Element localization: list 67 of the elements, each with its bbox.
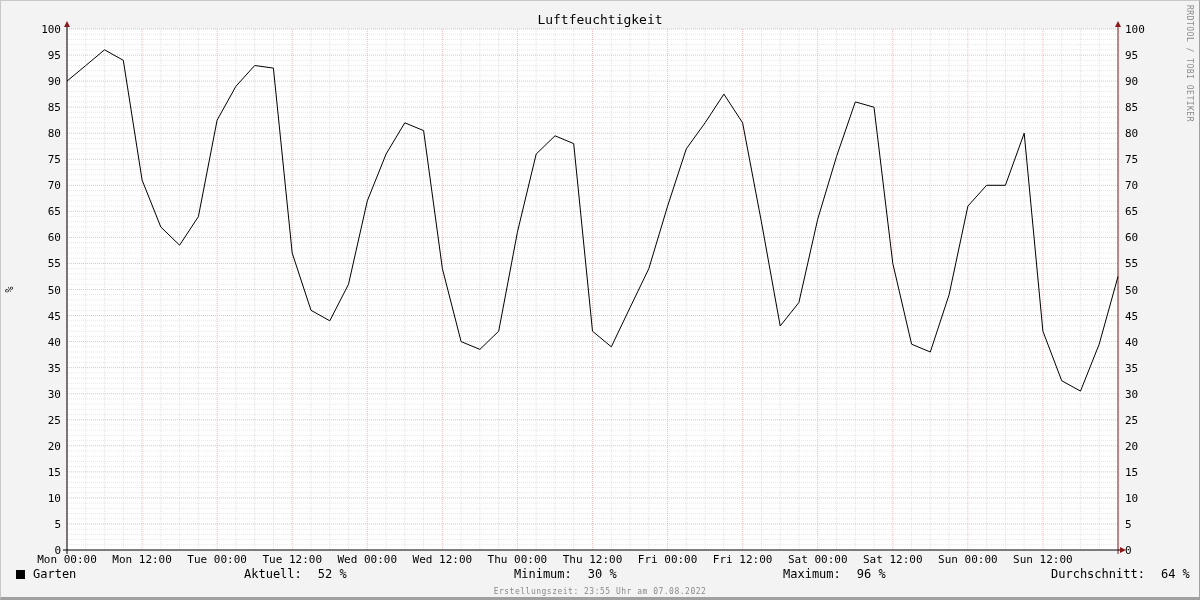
y-tick-label: 10 xyxy=(1125,491,1139,505)
y-tick-label: 10 xyxy=(47,491,61,505)
stat-label: Durchschnitt: xyxy=(1051,566,1145,583)
y-tick-label: 40 xyxy=(47,335,61,349)
y-tick-label: 70 xyxy=(47,179,61,193)
y-axis-label: % xyxy=(4,286,15,293)
y-tick-label: 55 xyxy=(47,257,61,271)
y-tick-label: 80 xyxy=(47,127,61,141)
y-tick-label: 45 xyxy=(1125,309,1139,323)
y-tick-label: 85 xyxy=(47,101,61,115)
x-tick-label: Sun 12:00 xyxy=(1013,553,1073,566)
y-tick-label: 75 xyxy=(47,153,61,167)
y-tick-label: 70 xyxy=(1125,179,1139,193)
y-tick-label: 85 xyxy=(1125,101,1139,115)
y-tick-label: 15 xyxy=(47,465,61,479)
y-tick-label: 20 xyxy=(47,439,61,453)
y-tick-label: 65 xyxy=(1125,205,1139,219)
y-tick-label: 40 xyxy=(1125,335,1139,349)
y-tick-label: 15 xyxy=(1125,465,1139,479)
y-tick-label: 5 xyxy=(54,517,61,531)
chart-title: Luftfeuchtigkeit xyxy=(537,12,663,27)
x-tick-label: Mon 12:00 xyxy=(112,553,172,566)
x-tick-label: Tue 12:00 xyxy=(262,553,322,566)
credit-text: RRDTOOL / TOBI OETIKER xyxy=(1184,5,1195,122)
y-tick-label: 5 xyxy=(1125,517,1132,531)
legend-label: Garten xyxy=(33,566,77,583)
stat-value: 52 % xyxy=(317,566,347,583)
stat-label: Aktuell: xyxy=(244,566,302,583)
x-tick-label: Thu 12:00 xyxy=(562,553,623,566)
y-tick-label: 30 xyxy=(47,387,61,401)
y-tick-label: 20 xyxy=(1125,439,1139,453)
x-tick-label: Tue 00:00 xyxy=(187,553,247,566)
y-tick-label: 35 xyxy=(1125,361,1139,375)
x-tick-label: Fri 12:00 xyxy=(712,553,773,566)
x-tick-label: Sat 00:00 xyxy=(787,553,848,566)
stat-value: 64 % xyxy=(1160,566,1190,583)
x-tick-label: Thu 00:00 xyxy=(487,553,548,566)
y-tick-label: 80 xyxy=(1125,127,1139,141)
creation-time-text: Erstellungszeit: 23:55 Uhr am 07.08.2022 xyxy=(492,587,708,597)
x-tick-label: Fri 00:00 xyxy=(637,553,698,566)
y-tick-label: 95 xyxy=(1125,49,1139,63)
y-tick-label: 90 xyxy=(1125,75,1139,89)
stat-label: Minimum: xyxy=(514,566,572,583)
stat-value: 96 % xyxy=(856,566,886,583)
y-tick-label: 65 xyxy=(47,205,61,219)
y-tick-label: 60 xyxy=(47,231,61,245)
stat-label: Maximum: xyxy=(783,566,841,583)
y-tick-label: 55 xyxy=(1125,257,1139,271)
y-tick-label: 60 xyxy=(1125,231,1139,245)
y-tick-label: 50 xyxy=(1125,283,1139,297)
y-tick-label: 30 xyxy=(1125,387,1139,401)
y-tick-label: 75 xyxy=(1125,153,1139,167)
x-tick-label: Sat 12:00 xyxy=(863,553,923,566)
y-tick-label: 25 xyxy=(47,413,61,427)
y-tick-label: 100 xyxy=(1125,23,1145,36)
y-tick-label: 95 xyxy=(47,49,61,63)
x-tick-label: Wed 00:00 xyxy=(337,553,398,566)
y-tick-label: 100 xyxy=(41,23,61,36)
y-tick-label: 35 xyxy=(47,361,61,375)
y-tick-label: 50 xyxy=(47,283,61,297)
stat-value: 30 % xyxy=(587,566,617,583)
y-tick-label: 25 xyxy=(1125,413,1139,427)
y-tick-label: 0 xyxy=(1125,544,1132,557)
x-tick-label: Wed 12:00 xyxy=(412,553,473,566)
x-tick-label: Sun 00:00 xyxy=(938,553,998,566)
y-tick-label: 45 xyxy=(47,309,61,323)
y-tick-label: 90 xyxy=(47,75,61,89)
